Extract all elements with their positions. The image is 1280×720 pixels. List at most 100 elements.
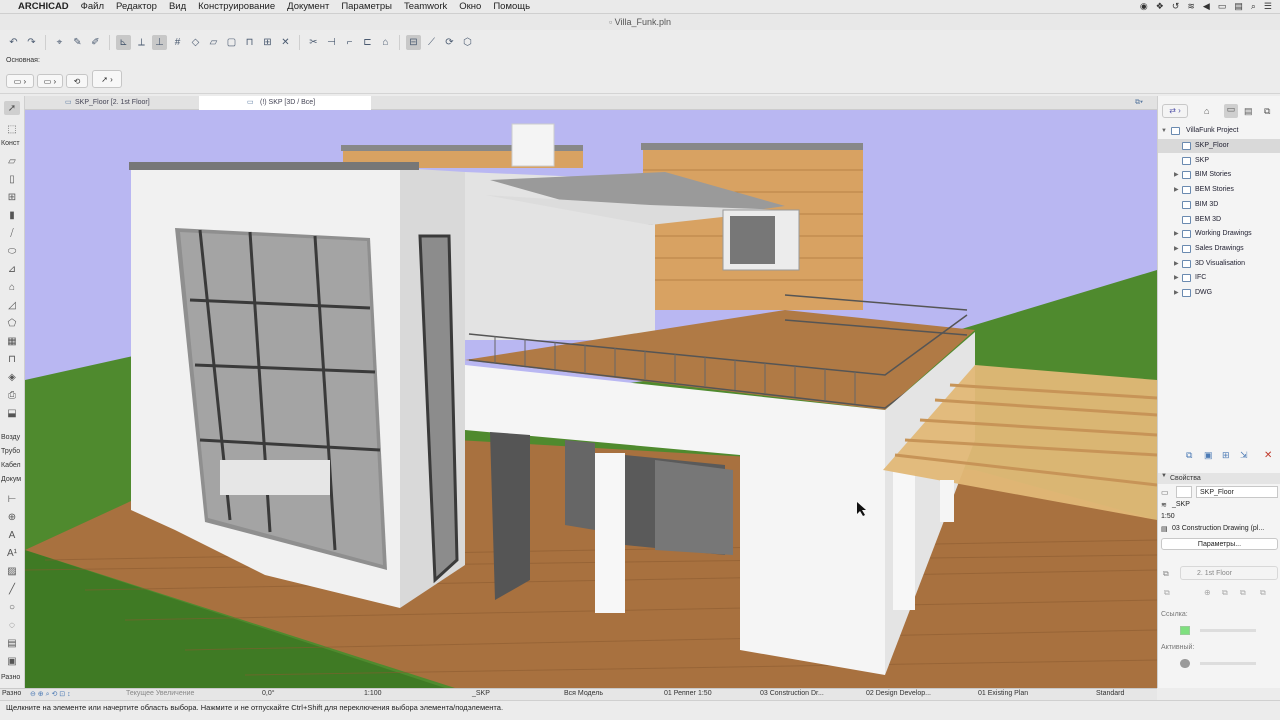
beam-tool-icon[interactable]: ⧸: [4, 226, 20, 240]
layers-icon[interactable]: ▱: [206, 35, 221, 50]
3d-window-icon[interactable]: ⬡: [460, 35, 475, 50]
tree-item[interactable]: ▶ 3D Visualisation: [1158, 257, 1280, 271]
expand-arrow-icon[interactable]: ▶: [1174, 168, 1179, 182]
door-tool-icon[interactable]: ▯: [4, 172, 20, 186]
toolbox-group-misc[interactable]: Разно: [2, 690, 21, 697]
tree-item[interactable]: ▶ DWG: [1158, 286, 1280, 300]
active-color-swatch[interactable]: [1180, 659, 1190, 668]
arrow-tool-icon[interactable]: ➚: [4, 101, 20, 115]
toolbox-group-cabling[interactable]: Кабел: [0, 462, 25, 469]
menu-help[interactable]: Помощь: [487, 1, 536, 12]
mvo-field[interactable]: 03 Construction Dr...: [760, 690, 824, 697]
rotate-icon[interactable]: ⟲: [66, 74, 88, 88]
zoom-icons[interactable]: ⊖ ⊕ ⌕ ⟲ ⊡ ↕: [30, 690, 71, 699]
toolbox-group-piping[interactable]: Трубо: [0, 448, 25, 455]
layer-combination-button[interactable]: ▭ ›: [6, 74, 34, 88]
links-color-swatch[interactable]: [1180, 626, 1190, 635]
collapse-arrow-icon[interactable]: ▼: [1161, 124, 1167, 138]
settings-button[interactable]: Параметры...: [1161, 538, 1278, 550]
tree-item[interactable]: ▶ BIM Stories: [1158, 168, 1280, 182]
column-tool-icon[interactable]: ▮: [4, 208, 20, 222]
menu-window[interactable]: Окно: [453, 1, 487, 12]
expand-arrow-icon[interactable]: ▶: [1174, 227, 1179, 241]
expand-arrow-icon[interactable]: ▶: [1174, 271, 1179, 285]
selection-method-button[interactable]: ▭ ›: [37, 74, 63, 88]
tree-item[interactable]: BEM 3D: [1158, 213, 1280, 227]
model-field[interactable]: Вся Модель: [564, 690, 603, 697]
find-select-icon[interactable]: ⌖: [52, 35, 67, 50]
railing-tool-icon[interactable]: ⊓: [4, 352, 20, 366]
section-view-icon[interactable]: ⊟: [406, 34, 421, 50]
menu-options[interactable]: Параметры: [335, 1, 398, 12]
place-icon[interactable]: ⧉: [1164, 588, 1170, 598]
copy-icon[interactable]: ⧉: [1240, 588, 1246, 598]
pen-set-field[interactable]: 01 Реппег 1:50: [664, 690, 712, 697]
view-name-field[interactable]: SKP_Floor: [1196, 486, 1278, 498]
roof-icon[interactable]: ⌂: [378, 35, 393, 50]
toolbox-group-document[interactable]: Докум: [0, 476, 25, 483]
3d-viewport[interactable]: [25, 110, 1157, 688]
level-dimension-icon[interactable]: ⊕: [4, 510, 20, 524]
circle-tool-icon[interactable]: ○: [4, 600, 20, 614]
dimension-tool-icon[interactable]: ⊢: [4, 492, 20, 506]
polyline-tool-icon[interactable]: ◌: [4, 618, 20, 632]
new-view-icon[interactable]: ⧉: [1186, 450, 1192, 461]
figure-tool-icon[interactable]: ▣: [4, 654, 20, 668]
menu-file[interactable]: Файл: [75, 1, 110, 12]
menu-list-icon[interactable]: ☰: [1264, 1, 1272, 12]
volume-icon[interactable]: ◀: [1203, 1, 1210, 12]
curtain-wall-tool-icon[interactable]: ▦: [4, 334, 20, 348]
tab-list-button[interactable]: ⧉▾: [1123, 96, 1153, 110]
tree-item[interactable]: ▶ BEM Stories: [1158, 183, 1280, 197]
menu-document[interactable]: Документ: [281, 1, 335, 12]
undo-icon[interactable]: ↶: [6, 35, 21, 50]
trim-icon[interactable]: ✂: [306, 35, 321, 50]
expand-arrow-icon[interactable]: ▶: [1174, 183, 1179, 197]
project-map-icon[interactable]: ⌂: [1204, 106, 1209, 116]
tab-skp-floor[interactable]: ▭ SKP_Floor [2. 1st Floor]: [63, 96, 199, 110]
angle-field[interactable]: 0,0°: [262, 690, 275, 697]
clone-icon[interactable]: ▣: [1204, 450, 1213, 461]
expand-arrow-icon[interactable]: ▶: [1174, 286, 1179, 300]
toolbox-group-design[interactable]: Конст: [0, 140, 25, 147]
links-slider[interactable]: [1200, 629, 1256, 632]
lock-icon[interactable]: ⊓: [242, 35, 257, 50]
grid-snap-icon[interactable]: #: [170, 35, 185, 50]
active-slider[interactable]: [1200, 662, 1256, 665]
adjust-icon[interactable]: ⊣: [324, 35, 339, 50]
marquee-tool-icon[interactable]: ⬚: [4, 122, 20, 136]
mesh-tool-icon[interactable]: ◈: [4, 370, 20, 384]
line-tool-icon[interactable]: ╱: [4, 582, 20, 596]
tree-item[interactable]: ▶ IFC: [1158, 271, 1280, 285]
orbit-icon[interactable]: ⟳: [442, 35, 457, 50]
expand-arrow-icon[interactable]: ▶: [1174, 257, 1179, 271]
view-map-icon[interactable]: ▭: [1224, 104, 1238, 118]
gravity-icon[interactable]: ⊥: [152, 34, 167, 50]
export-icon[interactable]: ⇲: [1240, 450, 1248, 461]
time-machine-icon[interactable]: ↺: [1172, 1, 1180, 12]
expand-arrow-icon[interactable]: ▶: [1174, 242, 1179, 256]
tree-item[interactable]: SKP: [1158, 154, 1280, 168]
eyedropper-icon[interactable]: ✎: [70, 35, 85, 50]
clip-icon[interactable]: ⧉: [1260, 588, 1266, 598]
shell-tool-icon[interactable]: ◿: [4, 298, 20, 312]
3d-cutaway-icon[interactable]: ⟋: [424, 35, 439, 50]
label-tool-icon[interactable]: A¹: [4, 546, 20, 560]
navigator-options-button[interactable]: ⇄ ›: [1162, 104, 1188, 118]
roof-tool-icon[interactable]: ⌂: [4, 280, 20, 294]
tree-item[interactable]: ▶ Sales Drawings: [1158, 242, 1280, 256]
slab-tool-icon[interactable]: ⬭: [4, 244, 20, 258]
object-tool-icon[interactable]: ⎙: [4, 388, 20, 402]
morph-tool-icon[interactable]: ⬠: [4, 316, 20, 330]
dropbox-icon[interactable]: ❖: [1156, 1, 1164, 12]
style-field[interactable]: Standard: [1096, 690, 1124, 697]
delete-icon[interactable]: ✕: [1264, 450, 1272, 461]
zone-tool-icon[interactable]: ⬓: [4, 406, 20, 420]
tree-item[interactable]: ▶ Working Drawings: [1158, 227, 1280, 241]
fill-tool-icon[interactable]: ▨: [4, 564, 20, 578]
menu-view[interactable]: Вид: [163, 1, 192, 12]
menu-edit[interactable]: Редактор: [110, 1, 163, 12]
layer-field[interactable]: _SKP: [472, 690, 490, 697]
design-field[interactable]: 02 Design Develop...: [866, 690, 931, 697]
text-tool-icon[interactable]: A: [4, 528, 20, 542]
